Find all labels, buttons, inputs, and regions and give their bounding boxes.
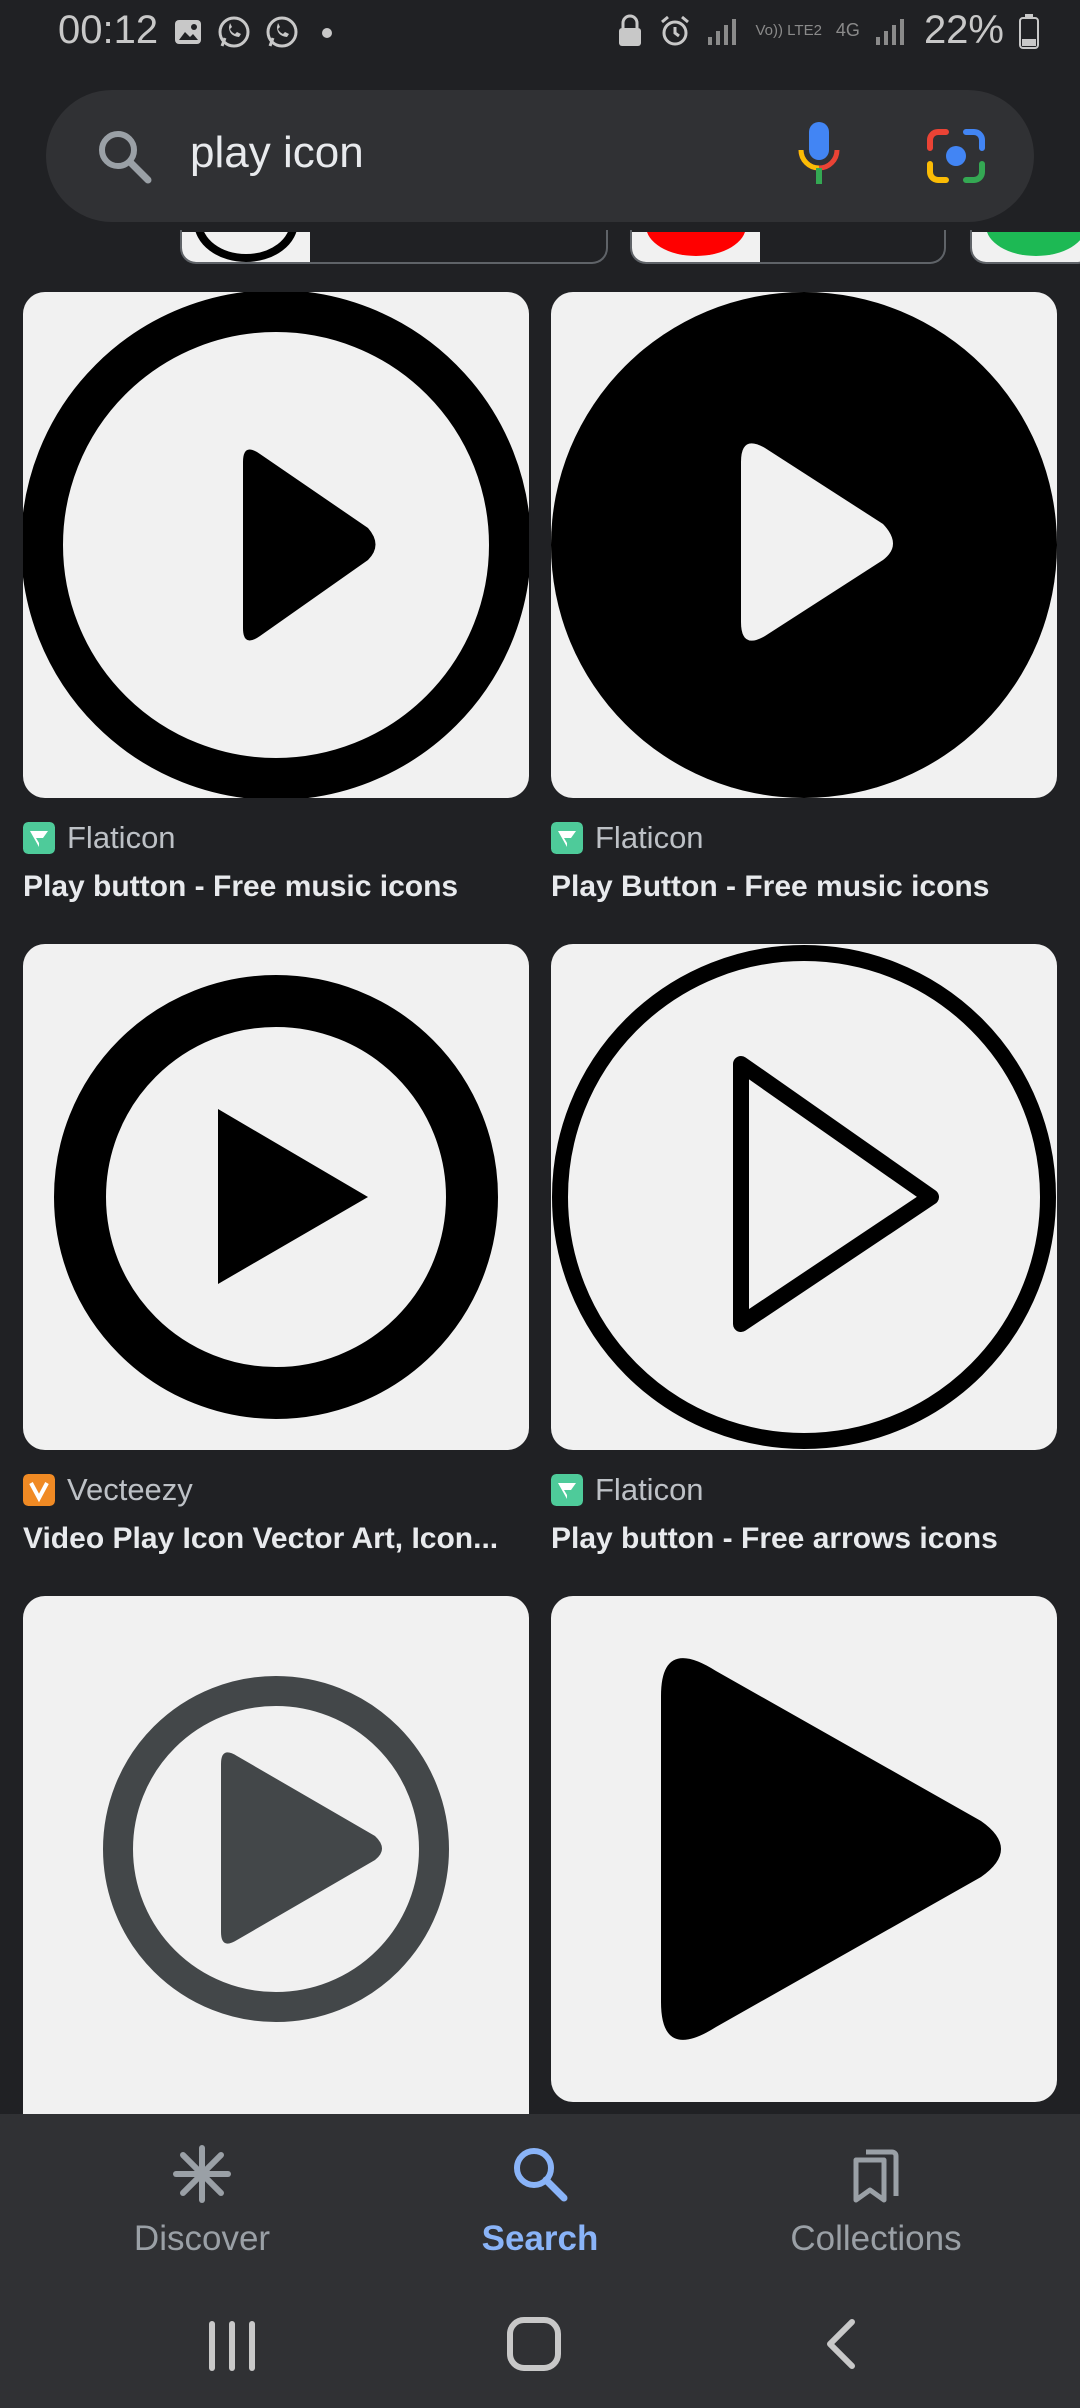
nav-label: Search bbox=[481, 2219, 599, 2258]
home-icon[interactable] bbox=[504, 2314, 564, 2374]
signal-icon bbox=[875, 18, 904, 45]
status-time: 00:12 bbox=[58, 8, 159, 52]
result-thumbnail[interactable] bbox=[551, 1596, 1057, 2102]
result-thumbnail[interactable] bbox=[551, 292, 1057, 798]
result-source: Vecteezy bbox=[67, 1472, 193, 1507]
nav-item-collections[interactable]: Collections bbox=[746, 2142, 1006, 2259]
chip-thumbnail bbox=[632, 232, 760, 262]
related-chip[interactable] bbox=[630, 230, 946, 264]
result-thumbnail[interactable] bbox=[551, 944, 1057, 1450]
gallery-icon bbox=[175, 20, 201, 44]
result-title[interactable]: Play button - Free music icons bbox=[23, 870, 529, 904]
nav-label: Collections bbox=[790, 2219, 962, 2258]
4g-icon: 4G bbox=[836, 20, 860, 41]
result-thumbnail[interactable] bbox=[23, 292, 529, 798]
nav-label: Discover bbox=[133, 2219, 271, 2258]
lock-icon bbox=[618, 14, 641, 46]
collections-icon bbox=[853, 2149, 899, 2203]
vecteezy-logo-icon bbox=[23, 1474, 55, 1506]
nav-item-discover[interactable]: Discover bbox=[72, 2142, 332, 2259]
voice-search-button[interactable] bbox=[796, 120, 842, 195]
result-title[interactable]: Video Play Icon Vector Art, Icon... bbox=[23, 1522, 529, 1556]
search-icon bbox=[94, 126, 154, 191]
related-chip[interactable] bbox=[970, 230, 1080, 264]
result-source: Flaticon bbox=[67, 820, 176, 855]
4g-label: 4G bbox=[835, 20, 860, 40]
flaticon-logo-icon bbox=[551, 822, 583, 854]
play-circle-icon bbox=[23, 292, 529, 798]
chip-thumbnail bbox=[972, 232, 1080, 262]
result-thumbnail[interactable] bbox=[23, 1596, 529, 2136]
whatsapp-icon bbox=[218, 16, 250, 48]
asterisk-icon bbox=[173, 2145, 231, 2203]
related-chip[interactable] bbox=[180, 230, 608, 264]
result-title[interactable]: Play button - Free arrows icons bbox=[551, 1522, 1057, 1556]
result-source: Flaticon bbox=[595, 820, 704, 855]
status-bar: 00:12 Vo)) LTE2 4G 22% bbox=[0, 0, 1080, 66]
play-circle-icon bbox=[54, 975, 498, 1419]
back-icon[interactable] bbox=[816, 2316, 872, 2372]
nav-item-search[interactable]: Search bbox=[410, 2142, 670, 2259]
volte-label: Vo)) LTE2 bbox=[755, 22, 822, 39]
signal-icon bbox=[707, 18, 736, 45]
battery-percentage: 22% bbox=[923, 8, 1004, 52]
dot-icon bbox=[322, 28, 332, 38]
play-circle-filled-icon bbox=[551, 292, 1057, 798]
bottom-navigation: Discover Search Collections bbox=[0, 2114, 1080, 2278]
search-icon bbox=[514, 2148, 568, 2202]
alarm-icon bbox=[660, 15, 689, 45]
battery-icon bbox=[1019, 13, 1039, 49]
play-circle-icon bbox=[103, 1676, 449, 2022]
result-thumbnail[interactable] bbox=[23, 944, 529, 1450]
result-source: Flaticon bbox=[595, 1472, 704, 1507]
flaticon-logo-icon bbox=[23, 822, 55, 854]
search-bar[interactable]: play icon bbox=[46, 90, 1034, 222]
flaticon-logo-icon bbox=[551, 1474, 583, 1506]
system-navigation-bar bbox=[0, 2278, 1080, 2408]
search-input[interactable]: play icon bbox=[190, 128, 364, 178]
play-circle-outline-icon bbox=[552, 945, 1056, 1449]
result-title[interactable]: Play Button - Free music icons bbox=[551, 870, 1057, 904]
microphone-icon bbox=[798, 122, 840, 184]
recent-apps-icon[interactable] bbox=[200, 2318, 264, 2374]
play-triangle-icon bbox=[661, 1658, 1001, 2040]
chip-thumbnail bbox=[182, 232, 310, 262]
lens-button[interactable] bbox=[926, 126, 986, 191]
volte-icon: Vo)) LTE2 bbox=[756, 23, 822, 38]
camera-lens-icon bbox=[927, 129, 985, 183]
whatsapp-icon bbox=[266, 16, 298, 48]
